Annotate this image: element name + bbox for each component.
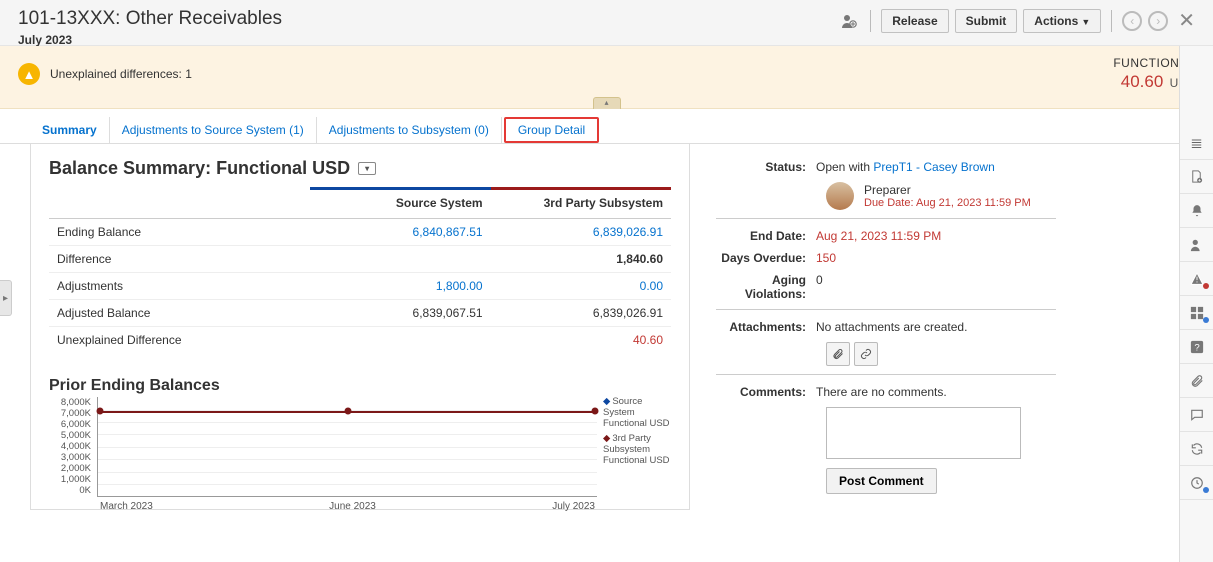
rail-help-icon[interactable]: ? — [1180, 330, 1213, 364]
rail-alert-icon[interactable] — [1180, 262, 1213, 296]
col-source-system: Source System — [310, 189, 490, 219]
attachments-label: Attachments: — [716, 320, 816, 334]
svg-text:?: ? — [1194, 342, 1199, 353]
aging-violations-value: 0 — [816, 273, 1056, 287]
release-button[interactable]: Release — [881, 9, 948, 33]
rail-bell-icon[interactable] — [1180, 194, 1213, 228]
row-adjustments: Adjustments 1,800.00 0.00 — [49, 273, 671, 300]
rail-attach-icon[interactable] — [1180, 364, 1213, 398]
aging-violations-label: Aging Violations: — [716, 273, 816, 301]
next-icon[interactable]: › — [1148, 11, 1168, 31]
actions-button[interactable]: Actions▼ — [1023, 9, 1101, 33]
comments-label: Comments: — [716, 385, 816, 399]
rail-grid-icon[interactable] — [1180, 296, 1213, 330]
legend-subsystem: 3rd Party Subsystem Functional USD — [603, 434, 671, 467]
rail-refresh-icon[interactable] — [1180, 432, 1213, 466]
tab-adjust-subsystem[interactable]: Adjustments to Subsystem (0) — [317, 117, 502, 143]
close-icon[interactable]: ✕ — [1174, 8, 1199, 33]
preparer-avatar — [826, 182, 854, 210]
metadata-panel: Status: Open with PrepT1 - Casey Brown P… — [716, 144, 1056, 494]
row-adjusted-balance: Adjusted Balance 6,839,067.51 6,839,026.… — [49, 300, 671, 327]
tab-summary[interactable]: Summary — [30, 117, 110, 143]
days-overdue-label: Days Overdue: — [716, 251, 816, 265]
row-unexplained-difference: Unexplained Difference 40.60 — [49, 327, 671, 354]
row-difference: Difference 1,840.60 — [49, 246, 671, 273]
submit-button[interactable]: Submit — [955, 9, 1018, 33]
comments-value: There are no comments. — [816, 385, 1056, 399]
rail-user-icon[interactable] — [1180, 228, 1213, 262]
row-ending-balance: Ending Balance 6,840,867.51 6,839,026.91 — [49, 219, 671, 246]
balance-summary-title: Balance Summary: Functional USD — [49, 158, 350, 179]
tab-group-detail[interactable]: Group Detail — [504, 117, 599, 143]
warning-icon: ▲ — [18, 63, 40, 85]
legend-source: Source System Functional USD — [603, 397, 671, 430]
right-icon-rail: ≣ ? — [1179, 46, 1213, 562]
functional-value: 40.60 — [1121, 72, 1164, 91]
end-date-value: Aug 21, 2023 11:59 PM — [816, 229, 1056, 243]
tabs: Summary Adjustments to Source System (1)… — [0, 109, 1213, 144]
prev-icon[interactable]: ‹ — [1122, 11, 1142, 31]
prior-balances-title: Prior Ending Balances — [49, 377, 671, 395]
rail-doc-icon[interactable] — [1180, 160, 1213, 194]
warning-text: Unexplained differences: 1 — [50, 67, 192, 81]
preparer-role: Preparer — [864, 183, 1031, 197]
due-date: Aug 21, 2023 11:59 PM — [916, 197, 1031, 209]
page-title: 101-13XXX: Other Receivables — [18, 8, 282, 31]
rail-clock-icon[interactable] — [1180, 466, 1213, 500]
status-label: Status: — [716, 160, 816, 174]
col-subsystem: 3rd Party Subsystem — [491, 189, 671, 219]
attach-link-icon[interactable] — [854, 342, 878, 366]
days-overdue-value: 150 — [816, 251, 1056, 265]
comment-input[interactable] — [826, 407, 1021, 459]
attach-file-icon[interactable] — [826, 342, 850, 366]
status-user-link[interactable]: PrepT1 - Casey Brown — [873, 160, 994, 174]
balance-summary-panel: Balance Summary: Functional USD ▾ Source… — [30, 144, 690, 510]
warning-bar: ▲ Unexplained differences: 1 FUNCTIONAL … — [0, 46, 1213, 109]
rail-list-icon[interactable]: ≣ — [1180, 126, 1213, 160]
user-settings-icon[interactable] — [838, 10, 860, 32]
tab-adjust-source[interactable]: Adjustments to Source System (1) — [110, 117, 317, 143]
collapse-warning-handle[interactable]: ▴ — [593, 97, 621, 109]
end-date-label: End Date: — [716, 229, 816, 243]
page-header: 101-13XXX: Other Receivables July 2023 R… — [0, 0, 1213, 46]
balance-table: Source System 3rd Party Subsystem Ending… — [49, 187, 671, 353]
rail-comment-icon[interactable] — [1180, 398, 1213, 432]
prior-balances-chart: 8,000K 7,000K 6,000K 5,000K 4,000K 3,000… — [49, 397, 671, 497]
expand-left-handle[interactable]: ▸ — [0, 280, 12, 316]
post-comment-button[interactable]: Post Comment — [826, 468, 937, 494]
attachments-value: No attachments are created. — [816, 320, 1056, 334]
currency-dropdown-icon[interactable]: ▾ — [358, 162, 376, 175]
